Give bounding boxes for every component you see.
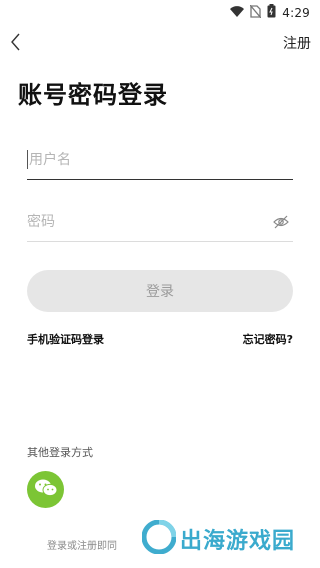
text-cursor <box>27 150 28 169</box>
username-input[interactable] <box>27 140 293 179</box>
eye-hidden-icon[interactable] <box>273 214 289 230</box>
battery-icon <box>267 3 276 22</box>
watermark-logo <box>141 519 177 558</box>
chevron-left-icon <box>11 33 21 55</box>
no-sim-icon <box>249 3 262 22</box>
status-bar: 4:29 <box>0 0 320 24</box>
login-button[interactable]: 登录 <box>27 270 293 312</box>
forgot-password-link[interactable]: 忘记密码? <box>243 331 293 347</box>
watermark-text: 出海游戏园 <box>180 529 296 554</box>
status-time: 4:29 <box>282 5 310 20</box>
page-title: 账号密码登录 <box>18 81 168 109</box>
register-link[interactable]: 注册 <box>283 33 311 53</box>
other-login-label: 其他登录方式 <box>27 446 93 459</box>
agreement-text: 登录或注册即同 <box>47 541 117 552</box>
login-screen: 4:29 注册 账号密码登录 登录 手机验证码登录 忘记密码? 其他登录方式 <box>0 0 320 568</box>
back-button[interactable] <box>4 30 28 58</box>
wechat-icon <box>34 478 58 502</box>
password-input[interactable] <box>27 202 293 241</box>
password-field-wrapper <box>27 202 293 242</box>
wechat-login-button[interactable] <box>27 471 64 508</box>
username-field-wrapper <box>27 140 293 180</box>
wifi-icon <box>230 3 245 22</box>
status-icons: 4:29 <box>230 3 310 22</box>
sms-login-link[interactable]: 手机验证码登录 <box>27 331 104 347</box>
watermark: 出海游戏园 <box>141 519 296 558</box>
